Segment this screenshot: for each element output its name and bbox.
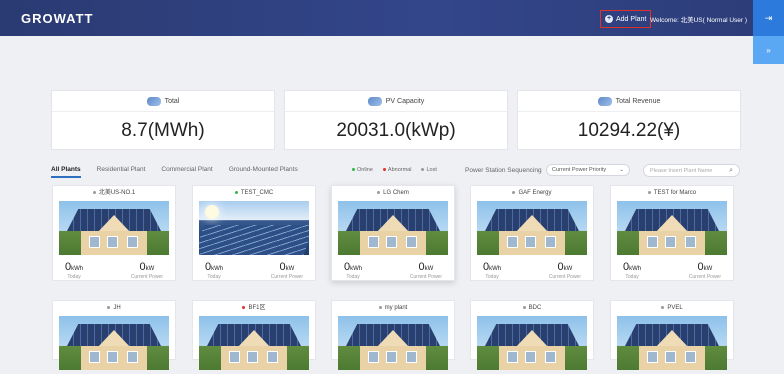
pv-capacity-card: PV Capacity 20031.0(kWp) <box>284 90 508 150</box>
stat-value: 10294.22(¥) <box>577 120 681 141</box>
plant-card[interactable]: TEST for Marco 0kWh Today 0kW Current Power <box>610 185 734 281</box>
legend-abnormal: Abnormal <box>383 167 412 173</box>
current-power: 0kW <box>557 261 573 273</box>
plant-card[interactable]: 北美US-NO.1 0kWh Today 0kW Current Power <box>52 185 176 281</box>
house-photo <box>617 316 727 370</box>
plus-icon: + <box>605 15 613 23</box>
revenue-icon <box>597 96 612 106</box>
stat-label: Total Revenue <box>615 97 661 105</box>
current-power: 0kW <box>697 261 713 273</box>
plant-card[interactable]: TEST_CMC 0kWh Today 0kW Current Power <box>192 185 316 281</box>
tab-all-plants[interactable]: All Plants <box>51 166 81 178</box>
plant-name: GAF Energy <box>471 186 593 201</box>
welcome-user-text[interactable]: Welcome: 北美US( Normal User ) <box>650 14 747 24</box>
growatt-logo[interactable]: GROWATT <box>21 11 93 26</box>
plant-search-input[interactable]: Please Insert Plant Name ⌕ <box>643 164 740 177</box>
plant-card[interactable]: BDC <box>470 300 594 370</box>
house-photo <box>199 316 309 370</box>
solar-panel-photo <box>199 201 309 255</box>
current-power-label: Current Power <box>130 274 163 280</box>
stat-value: 20031.0(kWp) <box>336 120 456 141</box>
plant-name: PVEL <box>611 301 733 316</box>
legend-lost: Lost <box>421 167 436 173</box>
legend-online: Online <box>352 167 373 173</box>
plant-name: 北美US-NO.1 <box>53 186 175 201</box>
current-power: 0kW <box>139 261 155 273</box>
add-plant-button[interactable]: + Add Plant <box>600 10 652 28</box>
plant-card[interactable]: GAF Energy 0kWh Today 0kW Current Power <box>470 185 594 281</box>
plant-name: JH <box>53 301 175 316</box>
plant-name: BDC <box>471 301 593 316</box>
plant-name: TEST_CMC <box>193 186 315 201</box>
plant-name: TEST for Marco <box>611 186 733 201</box>
today-energy: 0kWh <box>344 261 363 273</box>
total-energy-card: Total 8.7(MWh) <box>51 90 275 150</box>
pv-capacity-icon <box>367 96 382 106</box>
stat-label: PV Capacity <box>385 97 425 105</box>
search-placeholder: Please Insert Plant Name <box>650 167 713 174</box>
house-photo <box>59 201 169 255</box>
house-photo <box>617 201 727 255</box>
house-photo <box>477 316 587 370</box>
house-photo <box>59 316 169 370</box>
top-bar: GROWATT + Add Plant Welcome: 北美US( Norma… <box>0 0 784 36</box>
plant-name: BF1区 <box>193 301 315 316</box>
plant-card[interactable]: my plant <box>331 300 455 370</box>
current-power-label: Current Power <box>688 274 721 280</box>
today-label: Today <box>207 274 221 280</box>
expand-icon: » <box>766 45 771 55</box>
tab-commercial[interactable]: Commercial Plant <box>161 166 212 178</box>
today-label: Today <box>346 274 360 280</box>
plant-name: my plant <box>332 301 454 316</box>
current-power-label: Current Power <box>270 274 303 280</box>
plant-card[interactable]: PVEL <box>610 300 734 370</box>
exit-button[interactable]: ⇥ <box>753 0 784 36</box>
today-energy: 0kWh <box>65 261 84 273</box>
current-power: 0kW <box>418 261 434 273</box>
today-energy: 0kWh <box>483 261 502 273</box>
status-legend: Online Abnormal Lost <box>352 167 437 173</box>
side-expand-button[interactable]: » <box>753 36 784 64</box>
today-label: Today <box>485 274 499 280</box>
current-power-label: Current Power <box>548 274 581 280</box>
today-energy: 0kWh <box>205 261 224 273</box>
plant-name: LG Chem <box>332 186 454 201</box>
today-energy: 0kWh <box>623 261 642 273</box>
total-icon <box>146 96 161 106</box>
stat-label: Total <box>164 97 180 105</box>
sequencing-label: Power Station Sequencing <box>465 167 542 174</box>
plant-card[interactable]: JH <box>52 300 176 370</box>
current-power: 0kW <box>279 261 295 273</box>
sequencing-select[interactable]: Current Power Priority ⌄ <box>546 164 630 176</box>
tab-residential[interactable]: Residential Plant <box>97 166 146 178</box>
plant-card[interactable]: BF1区 <box>192 300 316 370</box>
exit-icon: ⇥ <box>764 12 773 23</box>
total-revenue-card: Total Revenue 10294.22(¥) <box>517 90 741 150</box>
house-photo <box>338 201 448 255</box>
today-label: Today <box>67 274 81 280</box>
tab-ground-mounted[interactable]: Ground-Mounted Plants <box>229 166 298 178</box>
search-icon[interactable]: ⌕ <box>729 167 733 175</box>
today-label: Today <box>625 274 639 280</box>
sequencing-value: Current Power Priority <box>552 167 607 173</box>
house-photo <box>338 316 448 370</box>
chevron-down-icon: ⌄ <box>619 167 624 173</box>
add-plant-label: Add Plant <box>616 15 647 23</box>
plant-card[interactable]: LG Chem 0kWh Today 0kW Current Power <box>331 185 455 281</box>
current-power-label: Current Power <box>409 274 442 280</box>
house-photo <box>477 201 587 255</box>
plant-type-tabs: All Plants Residential Plant Commercial … <box>51 166 298 178</box>
stat-value: 8.7(MWh) <box>121 120 205 141</box>
